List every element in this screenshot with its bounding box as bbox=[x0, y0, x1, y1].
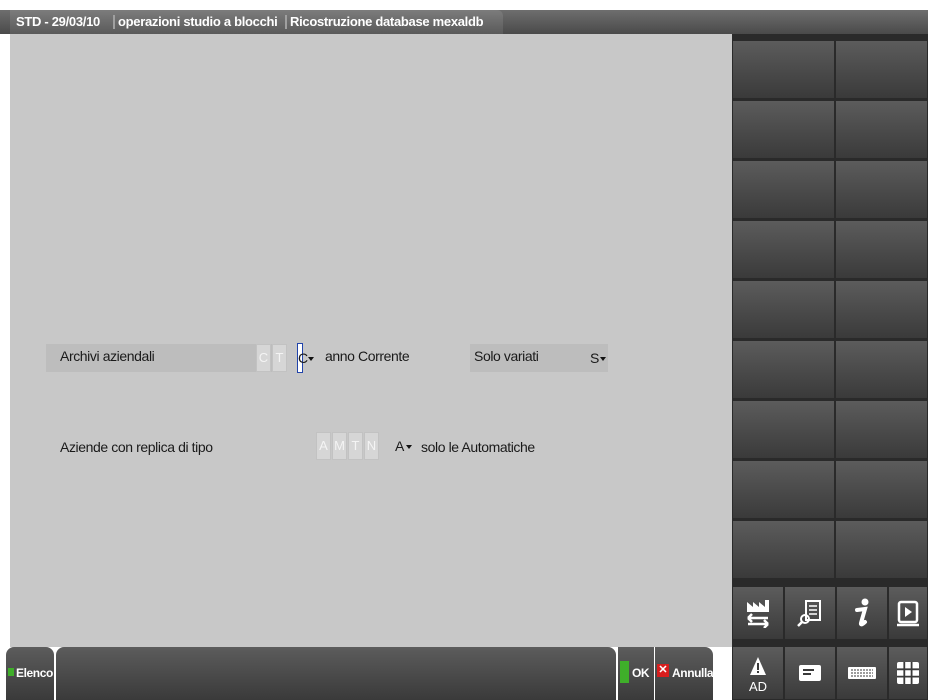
solo-variati-select-value[interactable]: S bbox=[590, 344, 599, 372]
solo-variati-label: Solo variati bbox=[474, 348, 539, 364]
aziende-replica-label: Aziende con replica di tipo bbox=[60, 439, 213, 455]
annulla-label: Annulla bbox=[672, 666, 714, 680]
function-key-button[interactable] bbox=[732, 160, 835, 219]
archivi-option-t[interactable]: T bbox=[272, 344, 287, 372]
grid-menu-icon bbox=[897, 662, 919, 684]
keyboard-icon bbox=[848, 667, 876, 679]
archivi-description: anno Corrente bbox=[325, 348, 410, 364]
function-key-button[interactable] bbox=[835, 160, 928, 219]
play-window-icon[interactable] bbox=[888, 586, 928, 640]
function-key-button[interactable] bbox=[835, 40, 928, 99]
message-card-icon[interactable] bbox=[784, 646, 836, 700]
document-search-icon bbox=[797, 600, 821, 627]
play-window-icon bbox=[897, 600, 919, 627]
function-key-button[interactable] bbox=[835, 220, 928, 279]
function-key-button[interactable] bbox=[732, 220, 835, 279]
ok-label: OK bbox=[632, 666, 650, 680]
aziende-select-value[interactable]: A bbox=[395, 432, 404, 460]
aziende-description: solo le Automatiche bbox=[421, 439, 535, 455]
function-key-button[interactable] bbox=[835, 520, 928, 579]
close-icon: ✕ bbox=[657, 664, 669, 677]
elenco-button[interactable]: Elenco bbox=[6, 647, 54, 700]
annulla-button[interactable]: ✕ Annulla bbox=[655, 647, 714, 700]
function-key-button[interactable] bbox=[835, 340, 928, 399]
ad-label: AD bbox=[749, 679, 767, 693]
info-icon[interactable] bbox=[836, 586, 888, 640]
warning-ad-icon: AD bbox=[749, 657, 767, 693]
bottom-bar-empty-area bbox=[56, 647, 616, 700]
keyboard-icon[interactable] bbox=[836, 646, 888, 700]
form-area: Archivi aziendali C T C anno Corrente So… bbox=[10, 34, 732, 647]
ok-key-indicator bbox=[620, 661, 629, 683]
breadcrumb-separator bbox=[285, 15, 287, 29]
chevron-down-icon[interactable] bbox=[308, 357, 314, 361]
factory-switch-icon[interactable] bbox=[732, 586, 784, 640]
breadcrumb-function: Ricostruzione database mexaldb bbox=[290, 14, 484, 29]
breadcrumb-module: operazioni studio a blocchi bbox=[118, 14, 278, 29]
aziende-option-n[interactable]: N bbox=[364, 432, 379, 460]
aziende-option-a[interactable]: A bbox=[316, 432, 331, 460]
factory-switch-icon bbox=[747, 600, 769, 628]
document-search-icon[interactable] bbox=[784, 586, 836, 640]
breadcrumb-context: STD - 29/03/10 bbox=[16, 14, 100, 29]
breadcrumb: STD - 29/03/10 operazioni studio a blocc… bbox=[10, 10, 503, 34]
function-key-button[interactable] bbox=[835, 460, 928, 519]
chevron-down-icon[interactable] bbox=[406, 445, 412, 449]
breadcrumb-separator bbox=[113, 15, 115, 29]
function-key-button[interactable] bbox=[835, 400, 928, 459]
elenco-key-indicator bbox=[8, 668, 14, 676]
function-key-button[interactable] bbox=[732, 520, 835, 579]
bottom-command-bar: Elenco OK ✕ Annulla bbox=[0, 647, 732, 700]
archivi-option-c[interactable]: C bbox=[256, 344, 271, 372]
chevron-down-icon[interactable] bbox=[600, 357, 606, 361]
aziende-option-t[interactable]: T bbox=[348, 432, 363, 460]
title-bar: STD - 29/03/10 operazioni studio a blocc… bbox=[0, 10, 928, 34]
function-key-button[interactable] bbox=[732, 280, 835, 339]
elenco-label: Elenco bbox=[16, 666, 53, 680]
archivi-label: Archivi aziendali bbox=[60, 348, 155, 364]
function-key-panel: AD bbox=[732, 34, 928, 700]
function-key-button[interactable] bbox=[732, 100, 835, 159]
aziende-option-m[interactable]: M bbox=[332, 432, 347, 460]
info-icon bbox=[855, 598, 869, 627]
message-card-icon bbox=[799, 665, 821, 681]
ok-button[interactable]: OK bbox=[618, 647, 654, 700]
function-key-button[interactable] bbox=[732, 460, 835, 519]
function-key-button[interactable] bbox=[732, 400, 835, 459]
warning-ad-icon[interactable]: AD bbox=[732, 646, 784, 700]
function-key-button[interactable] bbox=[835, 100, 928, 159]
function-key-button[interactable] bbox=[835, 280, 928, 339]
function-key-button[interactable] bbox=[732, 340, 835, 399]
archivi-select-value[interactable]: C bbox=[298, 344, 308, 372]
grid-menu-icon[interactable] bbox=[888, 646, 928, 700]
function-key-button[interactable] bbox=[732, 40, 835, 99]
